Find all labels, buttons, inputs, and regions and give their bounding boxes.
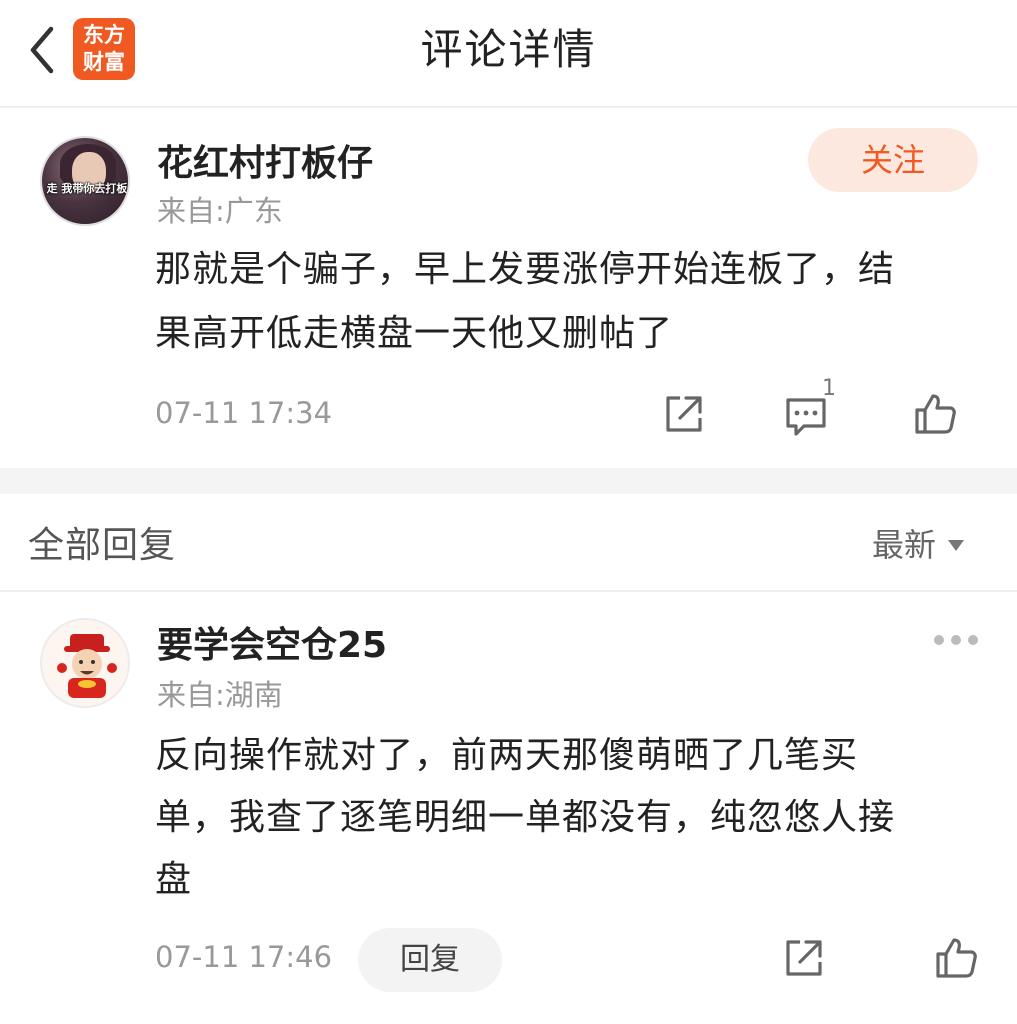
comment-content-line: 果高开低走横盘一天他又删帖了 [155, 313, 674, 354]
avatar-overlay-text: 走 我带你去打板 [46, 182, 128, 195]
page-title: 评论详情 [420, 25, 597, 74]
comment-detail-page: 评论详情 东方 财富 走 我带你去打板 花红村打板仔 来自:广东 关注 那就是个… [0, 0, 1017, 1024]
reply-content-line: 单，我查了逐笔明细一单都没有，纯忽悠人接 [155, 797, 896, 838]
reply-content-line: 盘 [155, 859, 193, 900]
reply-author-location: 来自:湖南 [157, 678, 283, 712]
sort-dropdown[interactable]: 最新 [872, 520, 965, 566]
reply-author-name[interactable]: 要学会空仓25 [157, 616, 387, 668]
share-icon[interactable] [782, 936, 826, 980]
like-icon[interactable] [934, 936, 978, 980]
top-nav-bar: 评论详情 东方 财富 [0, 0, 1017, 108]
comment-author-location: 来自:广东 [157, 194, 283, 228]
avatar[interactable] [40, 618, 130, 708]
app-logo: 东方 财富 [73, 18, 135, 80]
logo-text-line1: 东方 [83, 23, 125, 47]
follow-button[interactable]: 关注 [808, 128, 978, 192]
logo-text-line2: 财富 [83, 50, 125, 74]
like-icon[interactable] [913, 392, 957, 436]
chevron-left-icon [30, 26, 54, 74]
caret-down-icon [948, 539, 965, 551]
section-divider [0, 468, 1017, 494]
reply-timestamp: 07-11 17:46 [155, 940, 333, 974]
reply-item: 要学会空仓25 来自:湖南 反向操作就对了，前两天那傻萌晒了几笔买 单，我查了逐… [0, 594, 1017, 1024]
back-button[interactable] [22, 22, 62, 78]
comment-timestamp: 07-11 17:34 [155, 396, 333, 430]
reply-button[interactable]: 回复 [358, 928, 502, 992]
caishen-avatar-icon [57, 634, 117, 698]
replies-section-title: 全部回复 [28, 525, 177, 566]
avatar[interactable]: 走 我带你去打板 [40, 136, 130, 226]
sort-label: 最新 [872, 526, 937, 564]
replies-header: 全部回复 最新 [0, 494, 1017, 592]
main-comment: 走 我带你去打板 花红村打板仔 来自:广东 关注 那就是个骗子，早上发要涨停开始… [0, 110, 1017, 468]
reply-count-badge: 1 [822, 376, 836, 401]
reply-content-line: 反向操作就对了，前两天那傻萌晒了几笔买 [155, 735, 859, 776]
share-icon[interactable] [662, 392, 706, 436]
comment-content-line: 那就是个骗子，早上发要涨停开始连板了，结 [155, 249, 896, 290]
more-icon[interactable] [934, 630, 978, 650]
comment-author-name[interactable]: 花红村打板仔 [157, 134, 373, 186]
